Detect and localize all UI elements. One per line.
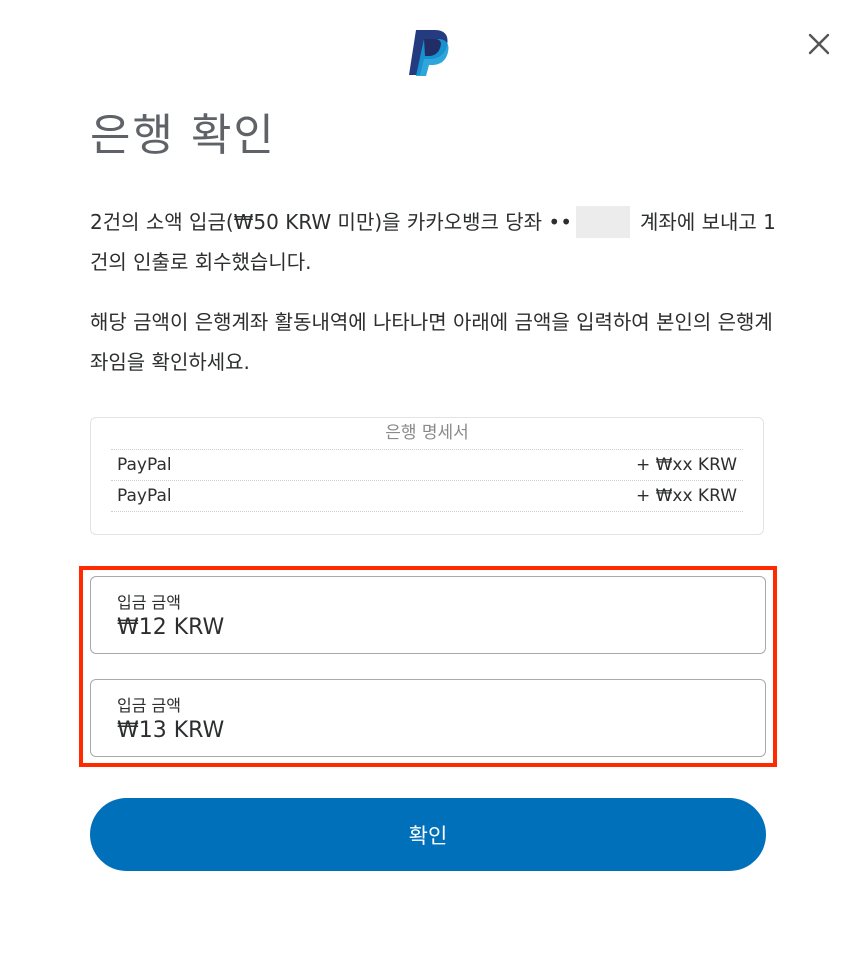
statement-row-name: PayPal (117, 455, 172, 475)
deposit-amount-input-2[interactable] (117, 718, 717, 743)
close-icon[interactable] (803, 28, 835, 60)
deposit-amount-label: 입금 금액 (117, 593, 181, 612)
statement-title: 은행 명세서 (111, 418, 743, 450)
masked-account-number (576, 205, 631, 238)
statement-row-amount: + ₩xx KRW (635, 486, 737, 506)
statement-row-name: PayPal (117, 486, 172, 506)
deposit-amount-label: 입금 금액 (117, 696, 181, 715)
deposit-description: 2건의 소액 입금(₩50 KRW 미만)을 카카오뱅크 당좌 •• 계좌에 보내… (90, 202, 780, 282)
confirm-button[interactable]: 확인 (90, 798, 766, 871)
statement-row: PayPal + ₩xx KRW (111, 481, 743, 512)
bank-statement-sample: 은행 명세서 PayPal + ₩xx KRW PayPal + ₩xx KRW (90, 417, 764, 535)
deposit-amount-field-2[interactable]: 입금 금액 (90, 679, 766, 757)
deposit-amount-input-1[interactable] (117, 615, 717, 640)
deposit-description-start: 2건의 소액 입금(₩50 KRW 미만)을 카카오뱅크 당좌 •• (90, 210, 573, 234)
deposit-amount-field-1[interactable]: 입금 금액 (90, 576, 766, 654)
paypal-logo-icon (409, 30, 449, 76)
page-title: 은행 확인 (90, 110, 276, 161)
statement-row: PayPal + ₩xx KRW (111, 450, 743, 481)
bank-confirm-dialog: 은행 확인 2건의 소액 입금(₩50 KRW 미만)을 카카오뱅크 당좌 ••… (0, 0, 860, 960)
instruction-text: 해당 금액이 은행계좌 활동내역에 나타나면 아래에 금액을 입력하여 본인의 … (90, 310, 773, 374)
statement-row-amount: + ₩xx KRW (635, 455, 737, 475)
